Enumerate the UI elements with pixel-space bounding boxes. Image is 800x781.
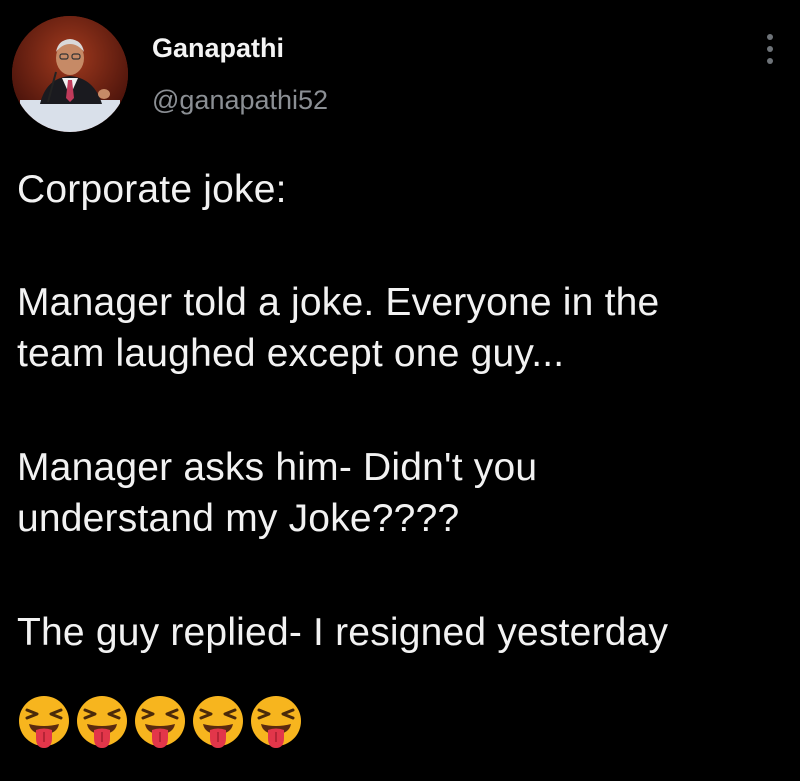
tweet-line: Corporate joke:: [17, 168, 287, 211]
dot: [767, 46, 773, 52]
more-vertical-icon[interactable]: [758, 28, 782, 70]
tweet-line: team laughed except one guy...: [17, 332, 565, 375]
squinting-face-with-tongue-emoji: [133, 694, 187, 750]
avatar[interactable]: [12, 16, 128, 132]
profile-photo-icon: [12, 16, 128, 132]
tweet-line: Manager told a joke. Everyone in the: [17, 281, 660, 324]
dot: [767, 58, 773, 64]
tweet-line: The guy replied- I resigned yesterday: [17, 611, 669, 654]
tweet-card: Ganapathi @ganapathi52 Corporate joke: M…: [0, 0, 800, 781]
tweet-line: understand my Joke????: [17, 497, 460, 540]
user-handle[interactable]: @ganapathi52: [152, 85, 328, 116]
squinting-face-with-tongue-emoji: [191, 694, 245, 750]
dot: [767, 34, 773, 40]
tweet-line: Manager asks him- Didn't you: [17, 446, 538, 489]
squinting-face-with-tongue-emoji: [17, 694, 71, 750]
display-name[interactable]: Ganapathi: [152, 33, 284, 64]
squinting-face-with-tongue-emoji: [249, 694, 303, 750]
squinting-face-with-tongue-emoji: [75, 694, 129, 750]
tweet-text: Corporate joke: Manager told a joke. Eve…: [17, 164, 787, 658]
emoji-row: [17, 694, 303, 750]
